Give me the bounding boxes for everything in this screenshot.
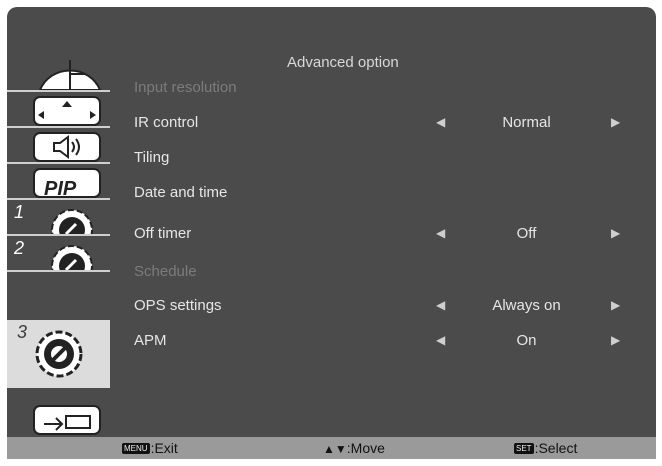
- footer-select-label: :Select: [534, 440, 578, 456]
- right-arrow-icon[interactable]: ▶: [611, 333, 620, 347]
- menu-item-value: Always on: [492, 297, 561, 314]
- menu-item-apm[interactable]: APM ◀ On ▶: [134, 332, 654, 352]
- menu-item-date-and-time[interactable]: Date and time: [134, 184, 654, 204]
- footer-exit: MENU:Exit: [122, 440, 178, 456]
- tab-number: 1: [14, 202, 25, 222]
- settings-icon: [51, 245, 93, 287]
- menu-item-off-timer[interactable]: Off timer ◀ Off ▶: [134, 225, 654, 245]
- footer-exit-label: :Exit: [150, 440, 178, 456]
- menu-item-tiling[interactable]: Tiling: [134, 149, 654, 169]
- audio-icon: [33, 132, 101, 162]
- tab-audio[interactable]: [7, 128, 110, 164]
- menu-item-label: Date and time: [134, 184, 228, 201]
- footer-bar: MENU:Exit ▲▼:Move SET:Select: [7, 437, 656, 459]
- menu-key-icon: MENU: [122, 443, 150, 454]
- left-arrow-icon[interactable]: ◀: [436, 226, 445, 240]
- menu-item-label: APM: [134, 332, 167, 349]
- tab-number: 2: [14, 238, 25, 258]
- menu-item-label: OPS settings: [134, 297, 222, 314]
- menu-item-value: Off: [516, 225, 537, 242]
- left-arrow-icon[interactable]: ◀: [436, 298, 445, 312]
- menu-item-label: Input resolution: [134, 79, 237, 96]
- top-bar: [12, 20, 652, 46]
- menu-item-schedule: Schedule: [134, 263, 654, 283]
- up-down-arrow-icon: ▲▼: [323, 442, 347, 456]
- menu-item-ir-control[interactable]: IR control ◀ Normal ▶: [134, 114, 654, 134]
- menu-item-label: IR control: [134, 114, 199, 131]
- set-key-icon: SET: [514, 443, 534, 454]
- menu-item-label: Schedule: [134, 263, 197, 280]
- tab-input[interactable]: [14, 396, 102, 435]
- menu-item-value: On: [516, 332, 537, 349]
- tab-picture[interactable]: [7, 56, 110, 92]
- picture-icon: [38, 60, 102, 91]
- tab-screen[interactable]: [7, 92, 110, 128]
- left-arrow-icon[interactable]: ◀: [436, 115, 445, 129]
- pip-icon: PIP: [33, 168, 101, 200]
- menu-item-label: Off timer: [134, 225, 192, 242]
- right-arrow-icon[interactable]: ▶: [611, 115, 620, 129]
- tab-settings-3[interactable]: 3: [7, 320, 110, 388]
- pip-icon-label: PIP: [44, 178, 77, 200]
- menu-title: Advanced option: [287, 54, 399, 71]
- menu-item-label: Tiling: [134, 149, 170, 166]
- settings-icon: [51, 209, 93, 251]
- screen-position-icon: [33, 96, 101, 126]
- tab-settings-2[interactable]: 2: [7, 236, 110, 287]
- menu-item-value: Normal: [502, 114, 551, 131]
- settings-icon: [35, 330, 83, 378]
- right-arrow-icon[interactable]: ▶: [611, 298, 620, 312]
- tab-settings-1[interactable]: 1: [7, 200, 110, 251]
- input-icon: [33, 405, 101, 435]
- footer-move: ▲▼:Move: [323, 440, 385, 456]
- left-arrow-icon[interactable]: ◀: [436, 333, 445, 347]
- footer-select: SET:Select: [514, 440, 577, 456]
- tab-pip[interactable]: PIP: [7, 164, 110, 200]
- footer-move-label: :Move: [346, 440, 385, 456]
- right-arrow-icon[interactable]: ▶: [611, 226, 620, 240]
- menu-item-ops-settings[interactable]: OPS settings ◀ Always on ▶: [134, 297, 654, 317]
- menu-item-input-resolution: Input resolution: [134, 79, 654, 99]
